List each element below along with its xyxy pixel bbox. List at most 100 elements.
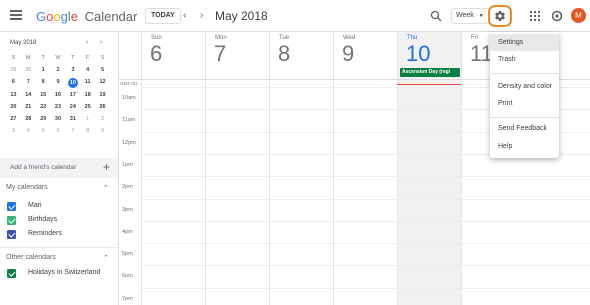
notifications-icon[interactable] <box>552 10 562 22</box>
calendar-item-reminders[interactable]: Reminders <box>0 228 118 242</box>
day-column[interactable]: Sun 6 <box>141 32 205 305</box>
mini-calendar-day[interactable]: 30 <box>51 115 66 124</box>
checkbox[interactable] <box>7 202 16 211</box>
weekday-header: M <box>25 55 31 61</box>
day-number[interactable]: 9 <box>342 41 354 67</box>
gear-icon <box>495 11 505 22</box>
mini-calendar-day[interactable]: 12 <box>95 78 110 87</box>
day-number[interactable]: 8 <box>278 41 290 67</box>
main-menu-icon[interactable] <box>10 10 22 20</box>
menu-item-print[interactable]: Print <box>490 95 559 112</box>
search-icon[interactable] <box>430 10 442 22</box>
calendar-item-holidays[interactable]: Holidays in Switzerland <box>0 267 118 281</box>
day-column[interactable]: Thu 10 Ascension Day (regi <box>397 32 461 305</box>
mini-calendar-day[interactable]: 26 <box>95 103 110 112</box>
mini-calendar-day[interactable]: 9 <box>51 78 66 87</box>
mini-calendar-title: May 2018 <box>10 40 37 46</box>
mini-calendar-day[interactable]: 27 <box>6 115 21 124</box>
menu-item-help[interactable]: Help <box>490 138 559 155</box>
mini-calendar-day[interactable]: 2 <box>95 115 110 124</box>
mini-calendar-day[interactable]: 16 <box>51 91 66 100</box>
mini-calendar-day[interactable]: 30 <box>21 66 36 75</box>
mini-calendar-day[interactable]: 17 <box>65 91 80 100</box>
chevron-right-icon[interactable]: › <box>100 39 102 46</box>
mini-calendar-day[interactable]: 5 <box>36 127 51 136</box>
menu-item-settings[interactable]: Settings <box>490 34 559 51</box>
chevron-left-icon[interactable]: ‹ <box>86 39 88 46</box>
mini-calendar-day[interactable]: 3 <box>6 127 21 136</box>
mini-calendar-day[interactable]: 8 <box>80 127 95 136</box>
calendar-item-birthdays[interactable]: Birthdays <box>0 214 118 228</box>
mini-calendar-day[interactable]: 2 <box>51 66 66 75</box>
today-button[interactable]: TODAY <box>145 8 181 24</box>
mini-calendar-day[interactable]: 18 <box>80 91 95 100</box>
day-number[interactable]: 6 <box>150 41 162 67</box>
checkbox[interactable] <box>7 230 16 239</box>
chevron-right-icon[interactable]: › <box>200 9 203 23</box>
mini-calendar-day[interactable]: 3 <box>65 66 80 75</box>
mini-calendar-day[interactable]: 19 <box>95 91 110 100</box>
hour-label: 2pm <box>122 184 133 191</box>
calendar-item-mari[interactable]: Mari <box>0 200 118 214</box>
menu-divider <box>490 117 559 118</box>
view-selector[interactable]: Week ▼ <box>451 8 489 24</box>
settings-button[interactable] <box>488 5 512 27</box>
hour-label: 12pm <box>122 139 136 146</box>
day-column[interactable]: Wed 9 <box>333 32 397 305</box>
menu-item-send-feedback[interactable]: Send Feedback <box>490 120 559 137</box>
mini-calendar-day[interactable]: 7 <box>21 78 36 87</box>
day-number[interactable]: 10 <box>406 41 430 67</box>
add-icon[interactable]: + <box>103 160 110 174</box>
add-friend-calendar-input[interactable]: Add a friend's calendar + <box>0 158 118 178</box>
all-day-event[interactable]: Ascension Day (regi <box>400 68 460 77</box>
weekday-header: W <box>55 55 61 61</box>
avatar[interactable]: M <box>571 8 586 23</box>
mini-calendar-day[interactable]: 25 <box>80 103 95 112</box>
mini-calendar-today[interactable]: 10 <box>67 78 78 88</box>
weekday-header: S <box>100 55 105 61</box>
mini-calendar-day[interactable]: 1 <box>36 66 51 75</box>
checkbox[interactable] <box>7 269 16 278</box>
mini-calendar-day[interactable]: 13 <box>6 91 21 100</box>
add-friend-placeholder: Add a friend's calendar <box>10 164 77 171</box>
mini-calendar-day[interactable]: 24 <box>65 103 80 112</box>
hour-label: 7pm <box>122 295 133 302</box>
mini-calendar-day[interactable]: 6 <box>51 127 66 136</box>
checkbox[interactable] <box>7 216 16 225</box>
mini-calendar-day[interactable]: 28 <box>21 115 36 124</box>
mini-calendar-day[interactable]: 15 <box>36 91 51 100</box>
day-column[interactable]: Mon 7 <box>205 32 269 305</box>
mini-calendar-day[interactable]: 1 <box>80 115 95 124</box>
mini-calendar-day[interactable]: 14 <box>21 91 36 100</box>
mini-calendar-day[interactable]: 5 <box>95 66 110 75</box>
calendar-label: Mari <box>28 202 42 209</box>
logo-letter: o <box>53 9 61 24</box>
other-calendars-title[interactable]: Other calendars <box>6 254 56 261</box>
mini-calendar-day[interactable]: 29 <box>6 66 21 75</box>
menu-item-density-color[interactable]: Density and color <box>490 78 559 95</box>
chevron-up-icon[interactable]: ⌃ <box>103 184 109 192</box>
top-bar: Google Calendar TODAY ‹ › May 2018 Week … <box>0 0 590 32</box>
chevron-up-icon[interactable]: ⌃ <box>103 254 109 262</box>
mini-calendar-day[interactable]: 4 <box>21 127 36 136</box>
app-logo[interactable]: Google Calendar <box>36 9 137 24</box>
mini-calendar-day[interactable]: 22 <box>36 103 51 112</box>
mini-calendar-day[interactable]: 8 <box>36 78 51 87</box>
day-number[interactable]: 7 <box>214 41 226 67</box>
chevron-left-icon[interactable]: ‹ <box>183 9 186 23</box>
mini-calendar-day[interactable]: 21 <box>21 103 36 112</box>
menu-item-trash[interactable]: Trash <box>490 51 559 68</box>
apps-grid-icon[interactable] <box>530 11 540 21</box>
my-calendars-title[interactable]: My calendars <box>6 184 48 191</box>
mini-calendar-day[interactable]: 20 <box>6 103 21 112</box>
mini-calendar-day[interactable]: 29 <box>36 115 51 124</box>
hour-gridline <box>141 243 590 245</box>
mini-calendar-day[interactable]: 9 <box>95 127 110 136</box>
mini-calendar-day[interactable]: 4 <box>80 66 95 75</box>
mini-calendar-day[interactable]: 23 <box>51 103 66 112</box>
mini-calendar-day[interactable]: 11 <box>80 78 95 87</box>
mini-calendar-day[interactable]: 31 <box>65 115 80 124</box>
day-column[interactable]: Tue 8 <box>269 32 333 305</box>
mini-calendar-day[interactable]: 6 <box>6 78 21 87</box>
mini-calendar-day[interactable]: 7 <box>65 127 80 136</box>
